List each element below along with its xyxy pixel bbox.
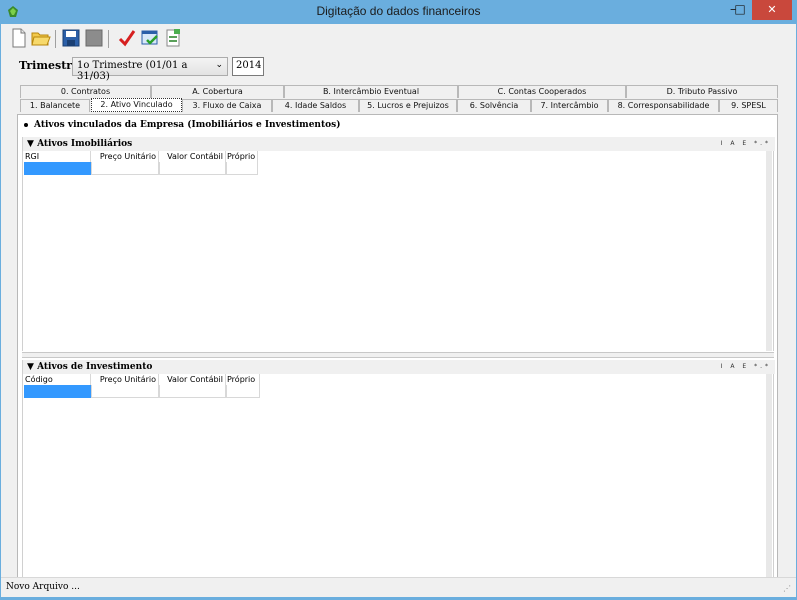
- column-header-proprio[interactable]: Próprio: [226, 374, 260, 385]
- column-header-valor-contabil[interactable]: Valor Contábil: [159, 374, 226, 385]
- panel-heading-text: Ativos vinculados da Empresa (Imobiliári…: [34, 120, 341, 130]
- tab-intercambio-eventual[interactable]: B. Intercâmbio Eventual: [284, 85, 458, 98]
- tab-fluxo-de-caixa[interactable]: 3. Fluxo de Caixa: [182, 99, 272, 112]
- tab-panel-ativo-vinculado: Ativos vinculados da Empresa (Imobiliári…: [17, 114, 778, 594]
- collapse-triangle-icon[interactable]: ▼: [27, 362, 34, 372]
- open-folder-icon[interactable]: [31, 28, 51, 48]
- section-controls[interactable]: I A E *.*: [721, 363, 771, 370]
- section-header: ▼ Ativos Imobiliários I A E *.*: [23, 137, 775, 151]
- disabled-save-icon[interactable]: [84, 28, 104, 48]
- table-cell[interactable]: [91, 385, 159, 398]
- column-header-proprio[interactable]: Próprio: [226, 151, 258, 162]
- table-cell[interactable]: [159, 385, 226, 398]
- trimestre-label: Trimestre: [19, 59, 80, 72]
- tab-idade-saldos[interactable]: 4. Idade Saldos: [272, 99, 359, 112]
- table-cell[interactable]: [159, 162, 226, 175]
- table-cell-selected[interactable]: [24, 162, 91, 175]
- validate-icon[interactable]: [140, 28, 160, 48]
- table-cell-selected[interactable]: [24, 385, 91, 398]
- section-ativos-imobiliarios: ▼ Ativos Imobiliários I A E *.* RGI Preç…: [22, 137, 775, 351]
- column-header-codigo[interactable]: Código: [24, 374, 91, 385]
- tab-contratos[interactable]: 0. Contratos: [20, 85, 151, 98]
- column-header-preco-unitario[interactable]: Preço Unitário: [91, 151, 159, 162]
- tab-spesl[interactable]: 9. SPESL: [719, 99, 778, 112]
- column-header-rgi[interactable]: RGI: [24, 151, 91, 162]
- section-controls[interactable]: I A E *.*: [721, 140, 771, 147]
- status-bar: Novo Arquivo ... ⋰: [1, 577, 796, 597]
- tab-ativo-vinculado[interactable]: 2. Ativo Vinculado: [91, 98, 182, 112]
- section-splitter[interactable]: [22, 352, 774, 358]
- table-cell[interactable]: [226, 162, 258, 175]
- column-header-valor-contabil[interactable]: Valor Contábil: [159, 151, 226, 162]
- toolbar-separator: [55, 30, 56, 48]
- tab-contas-cooperados[interactable]: C. Contas Cooperados: [458, 85, 626, 98]
- maximize-button[interactable]: □: [727, 0, 753, 20]
- vertical-scrollbar[interactable]: [766, 151, 772, 351]
- column-header-preco-unitario[interactable]: Preço Unitário: [91, 374, 159, 385]
- section-header: ▼ Ativos de Investimento I A E *.*: [23, 360, 775, 374]
- year-input[interactable]: 2014: [232, 57, 264, 76]
- bullet-icon: [24, 122, 28, 127]
- window-frame: Trimestre 1o Trimestre (01/01 a 31/03) ⌄…: [0, 24, 797, 600]
- tab-solvencia[interactable]: 6. Solvência: [457, 99, 531, 112]
- tab-balancete[interactable]: 1. Balancete: [20, 99, 90, 112]
- chevron-down-icon: ⌄: [215, 60, 223, 70]
- tab-tributo-passivo[interactable]: D. Tributo Passivo: [626, 85, 778, 98]
- tab-intercambio[interactable]: 7. Intercâmbio: [531, 99, 608, 112]
- trimestre-selected-value: 1o Trimestre (01/01 a 31/03): [77, 60, 188, 82]
- save-icon[interactable]: [61, 28, 81, 48]
- table-cell[interactable]: [226, 385, 260, 398]
- resize-grip-icon[interactable]: ⋰: [783, 585, 793, 595]
- title-bar: Digitação do dados financeiros – □ ✕: [0, 0, 797, 24]
- vertical-scrollbar[interactable]: [766, 374, 772, 584]
- table-cell[interactable]: [91, 162, 159, 175]
- toolbar-separator: [108, 30, 109, 48]
- tab-corresponsabilidade[interactable]: 8. Corresponsabilidade: [608, 99, 719, 112]
- export-icon[interactable]: [163, 28, 183, 48]
- window-title: Digitação do dados financeiros: [316, 4, 481, 18]
- panel-heading: Ativos vinculados da Empresa (Imobiliári…: [24, 120, 340, 130]
- close-button[interactable]: ✕: [752, 0, 792, 20]
- check-icon[interactable]: [117, 28, 137, 48]
- trimestre-select[interactable]: 1o Trimestre (01/01 a 31/03) ⌄: [72, 57, 228, 82]
- section-title-text: Ativos Imobiliários: [37, 139, 133, 149]
- section-title[interactable]: ▼ Ativos Imobiliários: [27, 139, 132, 149]
- new-file-icon[interactable]: [9, 28, 29, 48]
- status-text: Novo Arquivo ...: [6, 582, 80, 592]
- section-title-text: Ativos de Investimento: [37, 362, 153, 372]
- tab-lucros-e-prejuizos[interactable]: 5. Lucros e Prejuizos: [359, 99, 457, 112]
- section-ativos-de-investimento: ▼ Ativos de Investimento I A E *.* Códig…: [22, 360, 775, 588]
- tab-cobertura[interactable]: A. Cobertura: [151, 85, 284, 98]
- section-title[interactable]: ▼ Ativos de Investimento: [27, 362, 152, 372]
- collapse-triangle-icon[interactable]: ▼: [27, 139, 34, 149]
